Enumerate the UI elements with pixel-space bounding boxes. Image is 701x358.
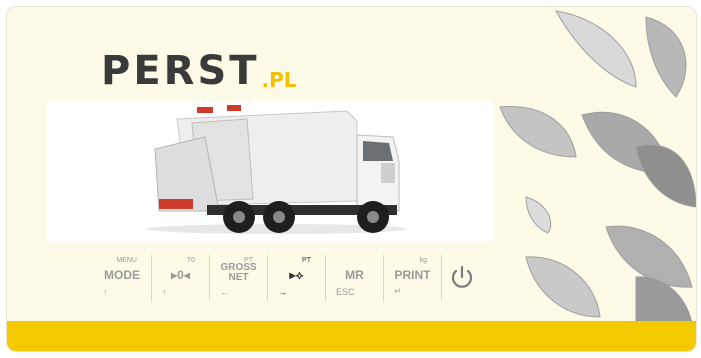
- up-arrow-icon: ↑: [162, 287, 167, 297]
- keypad: MENU MODE ↑ T0 ▸0◂ ↑ PT GROSS NET ← PT ▸⟡…: [93, 255, 481, 301]
- menu-superscript: MENU: [116, 257, 137, 264]
- power-key[interactable]: [441, 255, 481, 301]
- leaves-decoration: [499, 10, 696, 323]
- enter-icon: ↵: [394, 286, 402, 296]
- esc-label: ESC: [336, 287, 355, 297]
- zero-label: ▸0◂: [171, 268, 190, 282]
- power-icon: [451, 265, 473, 288]
- mode-key[interactable]: MENU MODE ↑: [93, 255, 151, 301]
- garbage-truck-image: [47, 101, 493, 241]
- logo-suffix: .PL: [261, 68, 297, 92]
- t0-superscript: T0: [186, 257, 195, 264]
- zero-key[interactable]: T0 ▸0◂ ↑: [151, 255, 209, 301]
- mr-key[interactable]: MR ESC: [325, 255, 383, 301]
- print-key[interactable]: kg PRINT ↵: [383, 255, 441, 301]
- gross-net-key[interactable]: PT GROSS NET ←: [209, 255, 267, 301]
- tare-icon: ▸⟡: [289, 268, 304, 282]
- display-panel: PERST .PL MENU MODE ↑ T0 ▸0◂ ↑ PT GROSS …: [6, 6, 697, 352]
- pt-superscript: PT: [302, 257, 311, 264]
- print-label: PRINT: [394, 268, 431, 282]
- perst-logo: PERST .PL: [101, 47, 297, 91]
- tare-key[interactable]: PT ▸⟡ →: [267, 255, 325, 301]
- mode-label: MODE: [104, 268, 140, 282]
- kg-superscript: kg: [419, 257, 427, 264]
- accent-bar: [7, 321, 696, 351]
- up-arrow-icon: ↑: [103, 287, 108, 297]
- logo-text: PERST: [101, 48, 260, 94]
- net-label: NET: [228, 272, 249, 283]
- left-arrow-icon: ←: [220, 287, 229, 297]
- mr-label: MR: [345, 268, 364, 282]
- right-arrow-icon: →: [278, 287, 287, 297]
- gross-net-label: GROSS NET: [210, 263, 267, 283]
